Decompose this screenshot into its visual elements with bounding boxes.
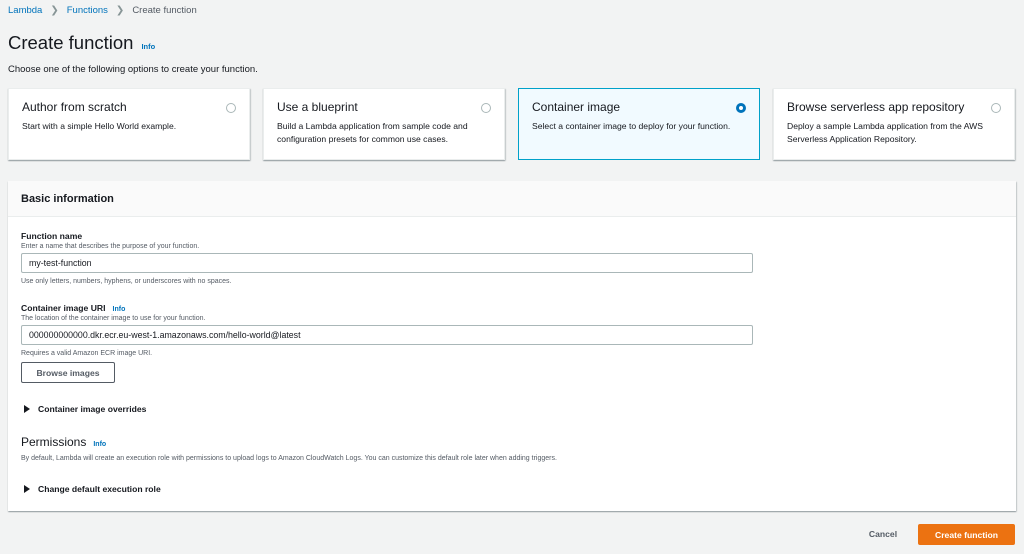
breadcrumb-lambda[interactable]: Lambda bbox=[8, 5, 42, 16]
function-name-field: Function name Enter a name that describe… bbox=[21, 231, 753, 285]
option-description: Deploy a sample Lambda application from … bbox=[787, 121, 984, 144]
option-container-image[interactable]: Container image Select a container image… bbox=[518, 88, 760, 160]
container-image-uri-description: The location of the container image to u… bbox=[21, 315, 206, 322]
container-image-uri-hint: Requires a valid Amazon ECR image URI. bbox=[21, 350, 153, 357]
option-description: Start with a simple Hello World example. bbox=[22, 121, 177, 131]
permissions-info-link[interactable]: Info bbox=[93, 441, 106, 448]
radio-button[interactable] bbox=[226, 103, 236, 113]
option-title: Container image bbox=[532, 100, 621, 114]
browse-images-button[interactable]: Browse images bbox=[21, 362, 115, 383]
option-description: Build a Lambda application from sample c… bbox=[277, 121, 468, 144]
expander-label: Change default execution role bbox=[38, 484, 161, 494]
option-browse-serverless-app-repository[interactable]: Browse serverless app repository Deploy … bbox=[773, 88, 1015, 160]
permissions-description: By default, Lambda will create an execut… bbox=[21, 455, 557, 462]
function-name-label: Function name bbox=[21, 231, 753, 241]
panel-header: Basic information bbox=[8, 181, 1016, 217]
page-header: Create function Info bbox=[8, 32, 155, 54]
breadcrumb: Lambda ❯ Functions ❯ Create function bbox=[8, 4, 197, 16]
radio-button[interactable] bbox=[991, 103, 1001, 113]
permissions-title: Permissions bbox=[21, 435, 87, 449]
breadcrumb-functions[interactable]: Functions bbox=[67, 5, 108, 16]
breadcrumb-current: Create function bbox=[132, 4, 197, 16]
container-image-overrides-expander[interactable]: Container image overrides bbox=[24, 404, 146, 414]
caret-right-icon bbox=[24, 485, 30, 493]
option-title: Author from scratch bbox=[22, 100, 127, 114]
container-image-uri-input[interactable]: 000000000000.dkr.ecr.eu-west-1.amazonaws… bbox=[21, 325, 753, 345]
function-name-input[interactable]: my-test-function bbox=[21, 253, 753, 273]
cancel-button[interactable]: Cancel bbox=[852, 524, 914, 544]
basic-information-panel: Basic information Function name Enter a … bbox=[8, 181, 1016, 511]
option-title: Use a blueprint bbox=[277, 100, 358, 114]
change-default-execution-role-expander[interactable]: Change default execution role bbox=[24, 484, 161, 494]
radio-button-selected[interactable] bbox=[736, 103, 746, 113]
function-name-hint: Use only letters, numbers, hyphens, or u… bbox=[21, 278, 232, 285]
chevron-right-icon: ❯ bbox=[115, 4, 125, 16]
radio-button[interactable] bbox=[481, 103, 491, 113]
container-image-uri-label: Container image URI Info bbox=[21, 303, 753, 313]
container-image-uri-field: Container image URI Info The location of… bbox=[21, 303, 753, 357]
creation-options: Author from scratch Start with a simple … bbox=[8, 88, 1016, 160]
container-image-uri-info-link[interactable]: Info bbox=[113, 306, 126, 313]
chevron-right-icon: ❯ bbox=[50, 4, 59, 16]
option-title: Browse serverless app repository bbox=[787, 100, 965, 114]
expander-label: Container image overrides bbox=[38, 404, 147, 414]
permissions-header: Permissions Info bbox=[21, 435, 106, 449]
label-text: Container image URI bbox=[21, 303, 106, 313]
page-title: Create function bbox=[8, 32, 134, 53]
page-subtitle: Choose one of the following options to c… bbox=[8, 64, 258, 75]
create-function-button[interactable]: Create function bbox=[918, 524, 1015, 545]
option-use-a-blueprint[interactable]: Use a blueprint Build a Lambda applicati… bbox=[263, 88, 505, 160]
panel-title: Basic information bbox=[21, 193, 114, 205]
caret-right-icon bbox=[24, 405, 30, 413]
option-author-from-scratch[interactable]: Author from scratch Start with a simple … bbox=[8, 88, 250, 160]
function-name-description: Enter a name that describes the purpose … bbox=[21, 243, 200, 250]
label-text: Function name bbox=[21, 231, 83, 241]
option-description: Select a container image to deploy for y… bbox=[532, 121, 731, 131]
page-info-link[interactable]: Info bbox=[141, 42, 155, 51]
